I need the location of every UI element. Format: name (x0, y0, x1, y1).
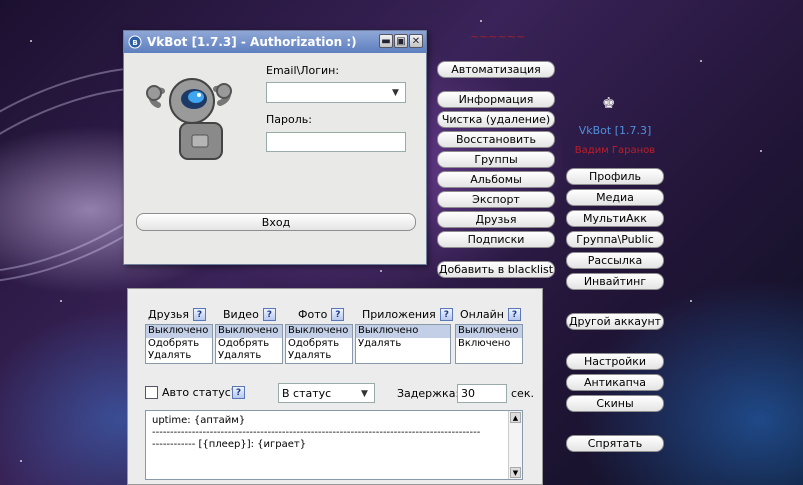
delay-label: Задержка: (397, 387, 460, 400)
star (480, 20, 482, 22)
menu-button[interactable]: Группа\Public (566, 231, 664, 248)
minimize-icon[interactable]: ▬ (379, 34, 393, 48)
chevron-down-icon[interactable]: ▼ (388, 85, 403, 100)
filter-column-label: Приложения (362, 308, 436, 321)
filter-column-label: Видео (223, 308, 259, 321)
menu-button[interactable]: Альбомы (437, 171, 555, 188)
template-line: ------------ [{плеер}]: {играет} (152, 439, 307, 450)
help-icon[interactable]: ? (507, 308, 521, 321)
delay-input[interactable]: 30 (457, 384, 507, 403)
listbox-option[interactable]: Одобрять (146, 338, 212, 351)
filter-column-header: Друзья? (148, 308, 207, 321)
filter-listbox[interactable]: Выключено Удалять (355, 324, 451, 364)
menu-button[interactable]: Добавить в blacklist (437, 261, 555, 278)
maximize-icon[interactable]: ▣ (394, 34, 408, 48)
filter-listbox[interactable]: Выключено Одобрять Удалять (285, 324, 353, 364)
listbox-option[interactable]: Удалять (356, 338, 450, 351)
chevron-down-icon[interactable]: ▼ (357, 386, 372, 401)
scroll-up-icon[interactable]: ▲ (510, 412, 521, 423)
listbox-option[interactable]: Включено (456, 338, 522, 351)
menu-button[interactable]: Спрятать (566, 435, 664, 452)
filter-listbox[interactable]: Выключено Одобрять Удалять (145, 324, 213, 364)
star (380, 270, 382, 272)
app-version-label: VkBot [1.7.3] (578, 124, 652, 137)
listbox-option[interactable]: Удалять (286, 350, 352, 363)
settings-panel: Друзья? Выключено Одобрять Удалять Видео? Вык… (127, 288, 543, 485)
help-icon[interactable]: ? (331, 308, 345, 321)
star (700, 60, 702, 62)
status-template-textarea[interactable]: uptime: {аптайм} -----------------------… (145, 410, 523, 480)
menu-button[interactable]: Профиль (566, 168, 664, 185)
listbox-option[interactable]: Выключено (456, 325, 522, 338)
template-line: uptime: {аптайм} (152, 415, 246, 426)
listbox-option[interactable]: Выключено (216, 325, 282, 338)
window-titlebar[interactable]: B VkBot [1.7.3] - Authorization :) ▬ ▣ ✕ (124, 31, 426, 53)
vk-logo-icon: B (128, 35, 142, 49)
help-icon[interactable]: ? (232, 386, 245, 399)
menu-button[interactable]: Рассылка (566, 252, 664, 269)
filter-column-label: Онлайн (460, 308, 504, 321)
authorization-window: B VkBot [1.7.3] - Authorization :) ▬ ▣ ✕… (123, 30, 427, 265)
menu-button[interactable]: Восстановить (437, 131, 555, 148)
filter-column-label: Фото (298, 308, 328, 321)
delay-unit-label: сек. (511, 387, 534, 400)
filter-column-header: Онлайн? (460, 308, 521, 321)
password-field[interactable] (266, 132, 406, 152)
menu-button[interactable]: Автоматизация (437, 61, 555, 78)
close-icon[interactable]: ✕ (409, 34, 423, 48)
scroll-down-icon[interactable]: ▼ (510, 467, 521, 478)
email-label: Email\Логин: (266, 64, 340, 77)
menu-button[interactable]: Экспорт (437, 191, 555, 208)
bot-mini-icon: ♚ (602, 94, 616, 112)
template-line: ----------------------------------------… (152, 427, 481, 438)
star (690, 300, 692, 302)
window-title: VkBot [1.7.3] - Authorization :) (147, 35, 357, 49)
star (760, 150, 762, 152)
menu-button[interactable]: Антикапча (566, 374, 664, 391)
listbox-option[interactable]: Одобрять (216, 338, 282, 351)
star (30, 40, 32, 42)
listbox-option[interactable]: Выключено (356, 325, 450, 338)
password-label: Пароль: (266, 113, 312, 126)
author-label: Вадим Гаранов (574, 145, 656, 156)
login-button[interactable]: Вход (136, 213, 416, 231)
listbox-option[interactable]: Выключено (286, 325, 352, 338)
status-target-select[interactable]: В статус ▼ (278, 383, 375, 403)
filter-column-label: Друзья (148, 308, 190, 321)
filter-listbox[interactable]: Выключено Включено (455, 324, 523, 364)
filter-column-header: Фото? (298, 308, 345, 321)
menu-button[interactable]: Инвайтинг (566, 273, 664, 290)
status-target-value: В статус (282, 386, 332, 400)
robot-mascot (134, 59, 244, 169)
email-combobox[interactable]: ▼ (266, 82, 406, 103)
menu-button[interactable]: Чистка (удаление) (437, 111, 555, 128)
filter-column-header: Видео? (223, 308, 276, 321)
star (60, 300, 62, 302)
auto-status-checkbox[interactable] (145, 386, 158, 399)
svg-text:B: B (132, 39, 137, 47)
menu-button[interactable]: Друзья (437, 211, 555, 228)
help-icon[interactable]: ? (193, 308, 207, 321)
listbox-option[interactable]: Удалять (216, 350, 282, 363)
decorative-red-text: ~~~~~~ (470, 30, 526, 43)
menu-button[interactable]: Медиа (566, 189, 664, 206)
listbox-option[interactable]: Одобрять (286, 338, 352, 351)
filter-column-header: Приложения? (362, 308, 453, 321)
menu-button[interactable]: Подписки (437, 231, 555, 248)
textarea-scrollbar[interactable]: ▲ ▼ (508, 411, 522, 479)
delay-value: 30 (461, 387, 475, 400)
menu-button[interactable]: Настройки (566, 353, 664, 370)
menu-button[interactable]: Группы (437, 151, 555, 168)
menu-button[interactable]: Другой аккаунт (566, 313, 664, 330)
menu-button[interactable]: Скины (566, 395, 664, 412)
help-icon[interactable]: ? (439, 308, 453, 321)
listbox-option[interactable]: Выключено (146, 325, 212, 338)
menu-button[interactable]: Информация (437, 91, 555, 108)
auto-status-label: Авто статус? (162, 386, 237, 399)
star (20, 460, 22, 462)
menu-button[interactable]: МультиАкк (566, 210, 664, 227)
filter-listbox[interactable]: Выключено Одобрять Удалять (215, 324, 283, 364)
listbox-option[interactable]: Удалять (146, 350, 212, 363)
help-icon[interactable]: ? (262, 308, 276, 321)
